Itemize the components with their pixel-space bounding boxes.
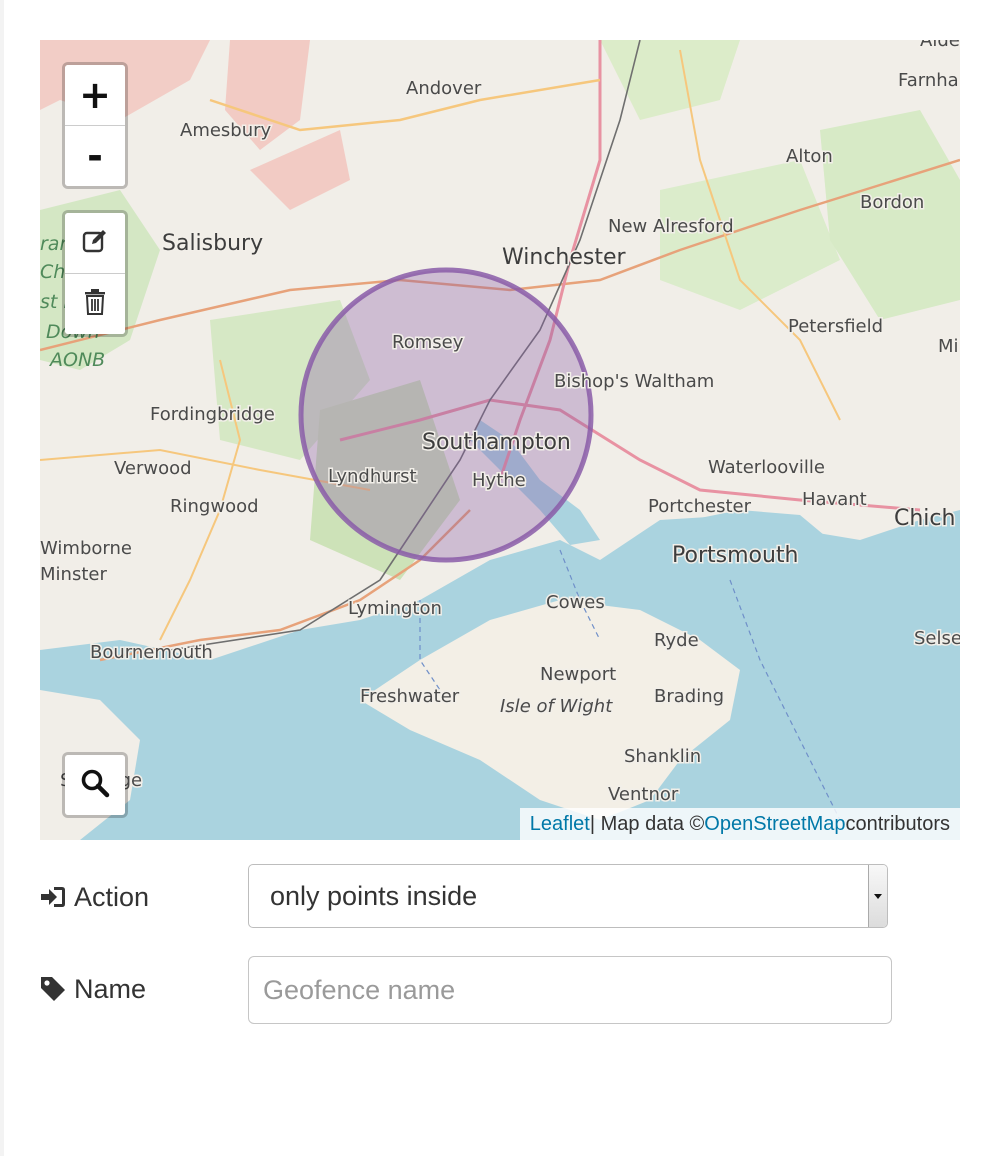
zoom-out-button[interactable]: - [65, 126, 125, 186]
place-waterlooville: Waterlooville [708, 457, 825, 478]
place-andover: Andover [406, 78, 482, 99]
place-shanklin: Shanklin [624, 746, 701, 767]
search-icon [80, 768, 110, 802]
action-row: Action only points inside [40, 864, 900, 930]
place-havant: Havant [802, 489, 867, 510]
place-lymington: Lymington [348, 598, 442, 619]
place-new-alresford: New Alresford [608, 216, 734, 237]
place-verwood: Verwood [114, 458, 192, 479]
place-mi: Mi [938, 336, 959, 357]
map-attribution: Leaflet | Map data © OpenStreetMap contr… [519, 808, 960, 840]
place-lyndhurst: Lyndhurst [328, 466, 417, 487]
place-petersfield: Petersfield [788, 316, 883, 337]
place-selsey: Selse [914, 628, 960, 649]
name-label: Name [40, 956, 146, 1022]
geofence-name-input[interactable] [248, 956, 892, 1024]
place-chichester: Chich [894, 506, 955, 531]
place-wimborne: Wimborne [40, 538, 132, 559]
place-ventnor: Ventnor [608, 784, 679, 805]
place-alde: Alde [920, 40, 960, 51]
place-freshwater: Freshwater [360, 686, 460, 707]
place-bordon: Bordon [860, 192, 924, 213]
place-ringwood: Ringwood [170, 496, 259, 517]
place-newport: Newport [540, 664, 616, 685]
search-control [62, 752, 128, 818]
place-romsey: Romsey [392, 332, 464, 353]
leaflet-link[interactable]: Leaflet [530, 813, 590, 836]
search-button[interactable] [65, 755, 125, 815]
place-bishops-waltham: Bishop's Waltham [554, 371, 714, 392]
openstreetmap-link[interactable]: OpenStreetMap [704, 813, 845, 836]
place-winchester: Winchester [502, 245, 627, 270]
draw-toolbar [62, 210, 128, 337]
aonb-label-5: AONB [48, 349, 105, 371]
place-alton: Alton [786, 146, 833, 167]
frame-edge [0, 0, 4, 1156]
action-select[interactable]: only points inside [248, 864, 888, 928]
place-brading: Brading [654, 686, 724, 707]
trash-icon [83, 288, 107, 320]
attribution-separator: | Map data © [589, 812, 705, 835]
place-southampton: Southampton [422, 430, 571, 455]
sign-in-icon [40, 884, 66, 910]
place-bournemouth: Bournemouth [90, 642, 213, 663]
action-select-value: only points inside [270, 880, 478, 911]
place-farnham: Farnha [898, 70, 959, 91]
place-fordingbridge: Fordingbridge [150, 404, 275, 425]
place-cowes: Cowes [546, 592, 605, 613]
place-ryde: Ryde [654, 630, 699, 651]
delete-layers-button[interactable] [65, 274, 125, 334]
attribution-contributors: contributors [845, 812, 951, 835]
map-tiles[interactable]: Andover Amesbury Salisbury Winchester Ne… [40, 40, 960, 840]
geofence-circle [298, 267, 594, 563]
zoom-in-button[interactable]: + [65, 65, 125, 126]
place-salisbury: Salisbury [162, 231, 263, 256]
zoom-out-label: - [87, 134, 103, 178]
action-label: Action [40, 864, 149, 930]
place-portchester: Portchester [648, 496, 752, 517]
place-hythe: Hythe [472, 470, 526, 491]
zoom-in-label: + [79, 73, 111, 117]
select-arrow-icon[interactable] [868, 865, 887, 927]
map-view[interactable]: Andover Amesbury Salisbury Winchester Ne… [40, 40, 960, 840]
place-minster: Minster [40, 564, 107, 585]
name-label-text: Name [74, 973, 147, 1004]
place-portsmouth: Portsmouth [672, 543, 798, 568]
name-row: Name [40, 956, 900, 1024]
place-isle-of-wight: Isle of Wight [500, 696, 613, 717]
action-label-text: Action [74, 881, 150, 912]
tag-icon [40, 976, 66, 1002]
place-amesbury: Amesbury [180, 120, 272, 141]
edit-layers-button[interactable] [65, 213, 125, 274]
edit-icon [81, 227, 109, 259]
zoom-control: + - [62, 62, 128, 189]
